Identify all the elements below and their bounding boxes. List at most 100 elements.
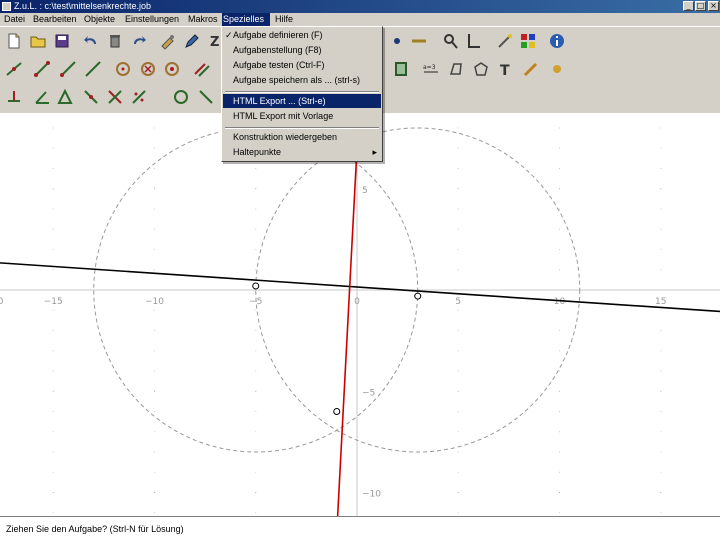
new-file-icon[interactable] [3,30,25,52]
grid-dot [457,309,459,311]
segment-icon[interactable] [408,30,430,52]
minimize-button[interactable]: _ [683,1,694,11]
menu-item-html-export-vorlage[interactable]: HTML Export mit Vorlage [223,109,381,123]
grid-dot [255,168,257,169]
y-tick-label: 5 [362,186,368,196]
save-disk-icon[interactable] [51,30,73,52]
grid-dot [559,249,560,250]
ray-icon[interactable] [57,58,79,80]
grid-dot [660,127,662,129]
perpendicular-icon[interactable] [3,86,25,108]
circle3-icon[interactable] [170,86,192,108]
menu-objekte[interactable]: Objekte [83,13,116,26]
menu-item-aufgabe-testen[interactable]: Aufgabe testen (Ctrl-F) [223,58,381,72]
grid-dot [154,330,155,331]
menu-datei[interactable]: Datei [3,13,26,26]
x-tick-label: −10 [145,297,164,307]
polygon-icon[interactable] [470,58,492,80]
perpendicular-bisector-line [336,148,358,516]
menu-item-konstruktion[interactable]: Konstruktion wiedergeben [223,130,381,144]
undo-icon[interactable] [80,30,102,52]
polygon-tool-icon[interactable] [54,86,76,108]
magic-wand-icon[interactable] [494,30,516,52]
menu-makros[interactable]: Makros [187,13,219,26]
quadrilateral-icon[interactable] [445,58,467,80]
star-icon[interactable] [546,58,568,80]
grid-dot [255,492,257,493]
grid-dot [52,512,54,514]
app-icon [2,2,11,11]
equation-icon[interactable]: a=3 [420,58,442,80]
grid-dot [457,390,459,392]
grid-dot [457,228,459,230]
intersection-icon[interactable] [104,86,126,108]
segment-point-icon[interactable] [31,58,53,80]
point-icon[interactable] [386,30,408,52]
menu-spezielles[interactable]: Spezielles [222,13,270,26]
circle-icon[interactable] [112,58,134,80]
grid-dot [52,492,54,493]
menu-hilfe[interactable]: Hilfe [274,13,294,26]
text-tool-icon[interactable]: T [494,58,516,80]
grid-dot [52,451,54,453]
grid-dot [255,512,257,514]
grid-dot [660,208,662,210]
animate-icon[interactable] [390,58,412,80]
menu-item-haltepunkte[interactable]: Haltepunkte ▸ [223,145,381,159]
grid-dot [154,147,155,149]
grid-dot [559,168,560,169]
line-icon[interactable] [82,58,104,80]
parallel-icon[interactable] [191,58,213,80]
geometry-plot[interactable]: 0 −15 −10 −5 0 5 10 155−5−10 [0,112,720,516]
angle-icon[interactable] [31,86,53,108]
checkmark-icon: ✓ [225,30,233,40]
grid-dot [255,390,257,392]
grid-dot [559,309,560,311]
edit-icon[interactable] [181,30,203,52]
x-tick-label: −15 [44,297,63,307]
grid-dot [457,350,459,352]
close-button[interactable]: × [708,1,719,11]
circle-fixed-icon[interactable] [161,58,183,80]
open-folder-icon[interactable] [27,30,49,52]
redo-icon[interactable] [128,30,150,52]
status-bar: Ziehen Sie den Aufgabe? (Strl-N für Lösu… [0,516,720,541]
maximize-button[interactable]: □ [695,1,706,11]
grid-dot [52,390,54,392]
menu-item-aufgabe-definieren[interactable]: ✓ Aufgabe definieren (F) [223,28,381,42]
grid-dot [457,208,459,210]
grid-dot [457,370,459,372]
circle-cross-icon[interactable] [137,58,159,80]
grid-dot [559,370,560,372]
palette-icon[interactable] [517,30,539,52]
svg-text:Z: Z [210,35,219,50]
drawing-canvas[interactable]: 0 −15 −10 −5 0 5 10 15 5 −5 −10 [0,112,720,516]
grid-dot [52,370,54,372]
grid-dot [255,431,257,433]
grid-dot [660,330,662,331]
grid-dot [457,168,459,169]
midpoint-icon[interactable] [80,86,102,108]
grid-dot [255,350,257,352]
grid-dot [154,208,155,210]
info-icon[interactable] [546,30,568,52]
menu-item-aufgabenstellung[interactable]: Aufgabenstellung (F8) [223,43,381,57]
pencil-icon[interactable] [520,58,542,80]
tangent-icon[interactable] [195,86,217,108]
point-marker [333,408,341,415]
menu-item-aufgabe-speichern[interactable]: Aufgabe speichern als ... (strl-s) [223,73,381,87]
zoom-icon[interactable] [439,30,461,52]
menu-einstellungen[interactable]: Einstellungen [124,13,180,26]
grid-dot [559,208,560,210]
line-point-icon[interactable] [3,58,25,80]
delete-icon[interactable] [104,30,126,52]
reflect-icon[interactable] [128,86,150,108]
menu-bearbeiten[interactable]: Bearbeiten [32,13,78,26]
axis-icon[interactable] [462,30,484,52]
menu-item-label: Aufgabenstellung (F8) [233,45,322,55]
menu-item-html-export[interactable]: HTML Export ... (Strl-e) [223,94,381,108]
grid-dot [154,228,155,230]
hide-icon[interactable] [157,30,179,52]
grid-dot [52,330,54,331]
grid-dot [660,471,662,473]
